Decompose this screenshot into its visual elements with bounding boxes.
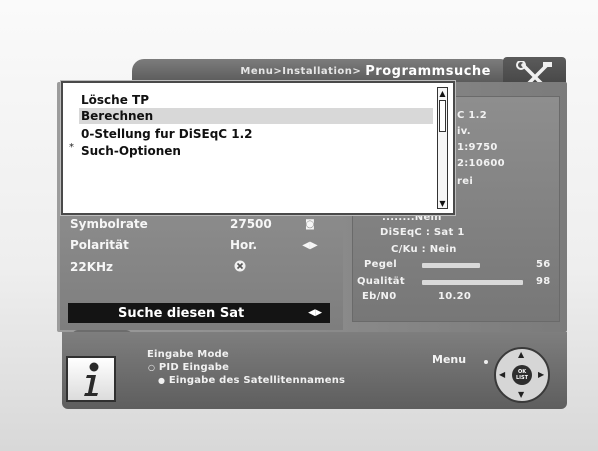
ebno-value: 10.20 [438, 291, 472, 302]
dpad-left-icon: ◀ [499, 370, 506, 379]
diseqc-info: DiSEqC : Sat 1 [380, 227, 465, 238]
x-icon [230, 260, 300, 275]
qualitaet-label: Qualität [357, 276, 405, 287]
dpad-right-icon: ▶ [538, 370, 545, 379]
breadcrumb: Menu>Installation> [240, 65, 362, 77]
scroll-thumb[interactable] [439, 100, 446, 132]
popup-scrollbar[interactable]: ▲ ▼ [437, 87, 448, 209]
help-title: Eingabe Mode [147, 349, 229, 360]
bullet-icon: ● [158, 376, 166, 385]
dpad-down-icon: ▼ [518, 390, 525, 399]
setting-row-22khz[interactable]: 22KHz [70, 257, 330, 277]
popup-item-nullstellung[interactable]: 0-Stellung fur DiSEqC 1.2 [81, 126, 253, 142]
info-line-1: C 1.2 [457, 110, 488, 121]
pegel-value: 56 [536, 259, 551, 270]
dpad-ok-button: OK LIST [512, 365, 532, 385]
pegel-meter [422, 263, 480, 268]
qualitaet-meter [422, 280, 523, 285]
pegel-label: Pegel [364, 259, 397, 270]
help-option-satname: ● Eingabe des Satellitennamens [158, 375, 346, 386]
setting-value: 27500 [230, 217, 272, 231]
popup-item-such-optionen[interactable]: Such-Optionen [81, 143, 181, 159]
search-this-sat-button[interactable]: Suche diesen Sat ◀▶ [68, 303, 330, 323]
bullet-icon: ○ [148, 363, 156, 372]
ebno-label: Eb/N0 [362, 291, 397, 302]
scroll-down-arrow-icon[interactable]: ▼ [438, 198, 447, 208]
setting-row-symbolrate[interactable]: Symbolrate 27500 ◙ [70, 214, 330, 234]
tv-screen: Menu>Installation> Programmsuche Symbolr… [0, 0, 598, 451]
help-option-pid: ○ PID Eingabe [148, 362, 230, 373]
left-right-arrows-icon: ◀▶ [302, 239, 318, 251]
qualitaet-value: 98 [536, 276, 551, 287]
page-title: Programmsuche [365, 63, 491, 79]
left-right-arrows-icon: ◀▶ [308, 308, 322, 318]
bullet-marker: * [69, 142, 74, 153]
ok-icon: ◙ [305, 218, 315, 230]
popup-item-berechnen[interactable]: Berechnen [79, 108, 433, 124]
dpad-up-icon: ▲ [518, 350, 525, 359]
info-line-4: 2:10600 [457, 158, 505, 169]
popup-item-loesche-tp[interactable]: Lösche TP [81, 92, 149, 108]
dpad-icon: ▲ ▼ ◀ ▶ OK LIST [494, 347, 550, 403]
header-bar: Menu>Installation> Programmsuche [132, 59, 505, 83]
help-panel [62, 332, 567, 409]
setting-label: 22KHz [70, 260, 114, 274]
search-bar-label: Suche diesen Sat [118, 305, 245, 321]
cku-info: C/Ku : Nein [391, 244, 457, 255]
info-icon [66, 356, 116, 402]
setting-row-polaritaet[interactable]: Polarität Hor. ◀▶ [70, 235, 330, 255]
setting-value: Hor. [230, 238, 258, 252]
info-line-5: rei [457, 176, 474, 187]
options-popup: Lösche TP Berechnen 0-Stellung fur DiSEq… [61, 81, 455, 215]
setting-label: Symbolrate [70, 217, 148, 231]
info-line-2: iv. [457, 126, 471, 137]
scroll-up-arrow-icon[interactable]: ▲ [438, 88, 447, 98]
menu-label: Menu [432, 353, 467, 366]
setting-label: Polarität [70, 238, 129, 252]
dot-icon [484, 360, 488, 364]
info-line-3: 1:9750 [457, 142, 498, 153]
